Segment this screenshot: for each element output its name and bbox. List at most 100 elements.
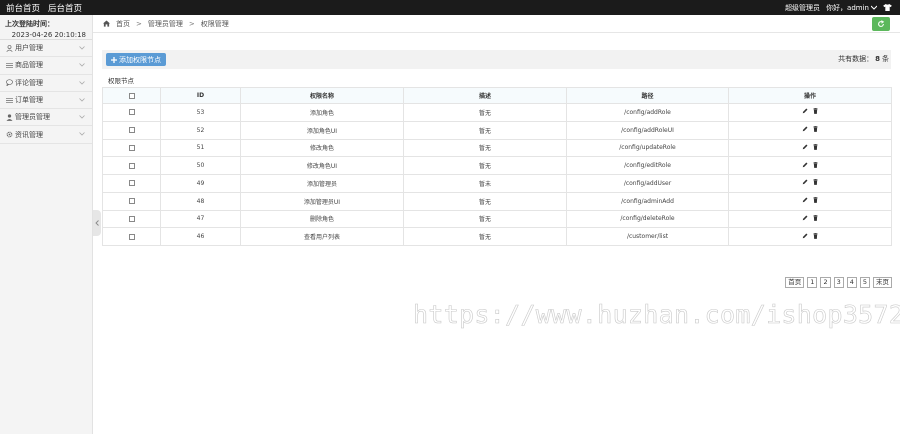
cell-path: /customer/list xyxy=(566,227,729,246)
chevron-down-icon xyxy=(79,46,85,50)
row-checkbox[interactable] xyxy=(128,180,135,187)
chevron-down-icon xyxy=(79,132,85,137)
delete-icon[interactable] xyxy=(813,214,818,221)
table-body: 53 添加角色 暂无/config/addRole 52 添加角色UI 暂无/config… xyxy=(102,103,892,246)
permission-table: ID 权限名称 描述 路径 操作 53 添加角色 暂无/config/addRole… xyxy=(102,87,892,246)
watermark: https://www.huzhan.com/ishop3572 xyxy=(413,300,900,330)
row-checkbox[interactable] xyxy=(128,144,135,151)
sidebar-item-users[interactable]: 用户管理 xyxy=(0,40,92,58)
edit-icon[interactable] xyxy=(802,179,808,185)
cell-actions xyxy=(728,156,892,175)
pager-last[interactable]: 末页 xyxy=(873,277,892,288)
cell-desc: 暂无 xyxy=(403,138,567,158)
cell-name: 添加角色 xyxy=(240,103,404,122)
refresh-button[interactable] xyxy=(872,17,890,31)
table-row: 49 添加管理员 暂未/config/addUser xyxy=(102,174,892,193)
delete-icon[interactable] xyxy=(813,179,818,186)
pager-page-5[interactable]: 5 xyxy=(859,277,870,288)
edit-icon[interactable] xyxy=(802,197,808,203)
edit-icon[interactable] xyxy=(802,162,808,168)
sidebar: 上次登陆时间： 2023-04-26 20:10:18 用户管理 商品管理 评论… xyxy=(0,15,93,434)
last-login-label: 上次登陆时间： xyxy=(5,20,54,28)
row-checkbox[interactable] xyxy=(128,162,135,169)
row-checkbox[interactable] xyxy=(128,233,135,240)
row-select-cell xyxy=(102,174,161,193)
pager-first[interactable]: 首页 xyxy=(785,277,805,288)
cell-desc: 暂无 xyxy=(403,156,567,175)
breadcrumb-home[interactable]: 首页 xyxy=(116,19,130,29)
select-all-checkbox[interactable] xyxy=(128,92,135,99)
header-path: 路径 xyxy=(566,87,729,104)
row-checkbox[interactable] xyxy=(128,198,135,205)
user-area: 超级管理员 你好，admin xyxy=(785,3,900,13)
chevron-left-icon xyxy=(95,220,99,226)
add-permission-node-button[interactable]: 添加权限节点 xyxy=(106,53,166,66)
total-number: 8 xyxy=(875,55,880,63)
header-select-all xyxy=(102,87,161,104)
cell-name: 添加角色UI xyxy=(240,120,404,140)
cell-name: 修改角色 xyxy=(240,138,404,158)
nav-admin-home[interactable]: 后台首页 xyxy=(48,2,82,14)
cell-name: 添加管理员UI xyxy=(240,191,404,211)
row-select-cell xyxy=(102,120,161,140)
sidebar-item-products[interactable]: 商品管理 xyxy=(0,57,92,75)
comment-icon xyxy=(5,79,13,87)
cell-desc: 暂无 xyxy=(403,191,567,211)
edit-icon[interactable] xyxy=(802,144,808,150)
sidebar-item-news[interactable]: 资讯管理 xyxy=(0,126,92,144)
cell-actions xyxy=(728,138,892,158)
row-select-cell xyxy=(102,103,161,122)
header-desc: 描述 xyxy=(403,87,567,104)
edit-icon[interactable] xyxy=(802,126,808,132)
cell-actions xyxy=(728,191,892,211)
cell-actions xyxy=(728,120,892,140)
delete-icon[interactable] xyxy=(813,232,818,239)
cell-path: /config/deleteRole xyxy=(566,209,729,229)
plus-icon xyxy=(111,56,117,63)
delete-icon[interactable] xyxy=(813,161,818,168)
sidebar-collapse-handle[interactable] xyxy=(93,210,101,236)
table-row: 53 添加角色 暂无/config/addRole xyxy=(102,103,892,122)
breadcrumb-admin-mgmt[interactable]: 管理员管理 xyxy=(148,19,183,29)
nav-front-home[interactable]: 前台首页 xyxy=(6,2,40,14)
sidebar-item-comments[interactable]: 评论管理 xyxy=(0,75,92,92)
cell-path: /config/updateRole xyxy=(566,138,729,158)
user-menu[interactable]: 你好，admin xyxy=(826,3,877,13)
breadcrumb-current: 权限管理 xyxy=(200,19,229,28)
refresh-icon xyxy=(878,20,885,27)
chevron-down-icon xyxy=(79,80,85,85)
sidebar-item-label: 评论管理 xyxy=(15,78,43,87)
edit-icon[interactable] xyxy=(802,233,808,239)
row-checkbox[interactable] xyxy=(128,109,135,116)
row-select-cell xyxy=(102,138,161,158)
delete-icon[interactable] xyxy=(813,126,818,132)
cell-id: 53 xyxy=(160,103,241,122)
delete-icon[interactable] xyxy=(813,197,818,203)
pager-page-4[interactable]: 4 xyxy=(846,277,857,288)
cell-actions xyxy=(728,209,892,229)
row-checkbox[interactable] xyxy=(128,127,135,134)
breadcrumb-separator: > xyxy=(188,19,195,28)
pager-page-1[interactable]: 1 xyxy=(807,277,818,288)
row-checkbox[interactable] xyxy=(128,215,135,222)
cell-path: /config/adminAdd xyxy=(566,191,729,211)
chevron-down-icon xyxy=(871,5,877,10)
cell-id: 50 xyxy=(160,156,241,175)
pagination: 首页 1 2 3 4 5 末页 xyxy=(785,277,892,288)
sidebar-item-label: 订单管理 xyxy=(15,96,43,105)
home-icon xyxy=(103,20,110,27)
delete-icon[interactable] xyxy=(813,108,818,115)
shirt-icon[interactable] xyxy=(883,4,892,11)
sidebar-item-admins[interactable]: 管理员管理 xyxy=(0,109,92,127)
header-id: ID xyxy=(160,87,241,104)
edit-icon[interactable] xyxy=(802,215,808,221)
pager-page-2[interactable]: 2 xyxy=(820,277,831,288)
sidebar-item-label: 用户管理 xyxy=(15,44,43,53)
user-admin-icon xyxy=(5,114,13,121)
sidebar-item-orders[interactable]: 订单管理 xyxy=(0,92,92,110)
row-select-cell xyxy=(102,156,161,175)
cell-desc: 暂无 xyxy=(403,209,567,229)
edit-icon[interactable] xyxy=(802,108,808,114)
delete-icon[interactable] xyxy=(813,143,818,150)
pager-page-3[interactable]: 3 xyxy=(833,277,844,288)
